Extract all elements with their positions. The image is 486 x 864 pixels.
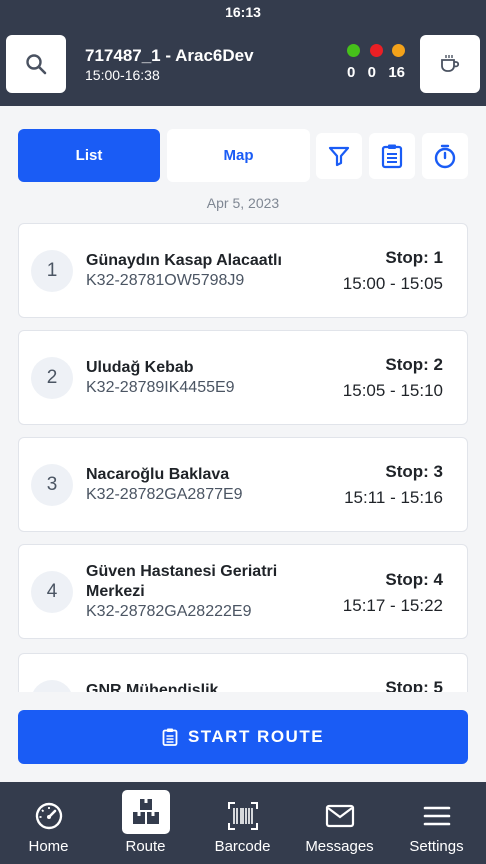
status-bar-time: 16:13 (225, 4, 261, 20)
nav-home[interactable]: Home (0, 782, 97, 864)
nav-barcode-label: Barcode (214, 838, 271, 855)
stop-customer-name: Güven Hastanesi Geriatri Merkezi (86, 563, 278, 600)
status-dot-red (369, 44, 383, 57)
stop-list: 1 Günaydın Kasap Alacaatlı K32-28781OW57… (18, 223, 468, 692)
stopwatch-icon (434, 144, 456, 169)
nav-route[interactable]: Route (97, 782, 194, 864)
stop-card[interactable]: 4 Güven Hastanesi Geriatri Merkezi K32-2… (18, 544, 468, 639)
start-route-button[interactable]: START ROUTE (18, 710, 468, 764)
stop-sequence: Stop: 1 (385, 248, 443, 267)
break-button[interactable] (420, 35, 480, 93)
route-date: Apr 5, 2023 (206, 195, 280, 211)
stop-order-code: K32-28782GA28222E9 (86, 603, 252, 620)
nav-barcode[interactable]: Barcode (194, 782, 291, 864)
stop-order-code: K32-28789IK4455E9 (86, 379, 235, 396)
status-dot-orange (392, 44, 405, 57)
stop-card[interactable]: 1 Günaydın Kasap Alacaatlı K32-28781OW57… (18, 223, 468, 318)
nav-route-label: Route (125, 838, 166, 855)
speedometer-icon (35, 802, 62, 830)
nav-home-label: Home (28, 838, 69, 855)
stop-number-badge: 1 (31, 250, 73, 292)
menu-icon (423, 806, 450, 826)
search-icon (26, 54, 47, 75)
stop-number-badge: 3 (31, 464, 73, 506)
tab-list[interactable]: List (18, 129, 160, 182)
stop-number-badge: 4 (31, 571, 73, 613)
route-time-range: 15:00-16:38 (85, 67, 160, 83)
timer-button[interactable] (422, 133, 468, 179)
stop-time-window: 15:11 - 15:16 (344, 488, 443, 507)
counter-completed: 0 (347, 64, 356, 81)
stop-card[interactable]: 2 Uludağ Kebab K32-28789IK4455E9 Stop: 2… (18, 330, 468, 425)
stop-status-counters: 0 0 16 (343, 44, 409, 81)
tab-map[interactable]: Map (167, 129, 310, 182)
stop-time-window: 15:05 - 15:10 (342, 381, 443, 400)
barcode-icon (227, 802, 258, 830)
stop-customer-name: Nacaroğlu Baklava (86, 466, 230, 483)
filter-icon (328, 146, 350, 167)
stop-card[interactable]: 5 GNR Mühendislik Stop: 5 (18, 653, 468, 692)
nav-messages[interactable]: Messages (291, 782, 388, 864)
clipboard-icon (381, 144, 403, 169)
manifest-button[interactable] (369, 133, 415, 179)
stop-sequence: Stop: 5 (385, 678, 443, 692)
counter-failed: 0 (367, 64, 376, 81)
bottom-navigation: Home Route Barcode Messages Settings (0, 782, 486, 864)
stop-order-code: K32-28782GA2877E9 (86, 486, 243, 503)
envelope-icon (325, 804, 354, 828)
stop-number-badge: 5 (31, 680, 73, 692)
stop-time-window: 15:17 - 15:22 (342, 596, 443, 615)
clipboard-icon (162, 728, 178, 746)
stop-card[interactable]: 3 Nacaroğlu Baklava K32-28782GA2877E9 St… (18, 437, 468, 532)
route-title: 717487_1 - Arac6Dev (85, 46, 254, 65)
counter-pending: 16 (388, 64, 405, 81)
stop-customer-name: Günaydın Kasap Alacaatlı (86, 252, 282, 269)
stop-customer-name: GNR Mühendislik (86, 682, 219, 692)
nav-messages-label: Messages (305, 838, 374, 855)
stop-number-badge: 2 (31, 357, 73, 399)
stop-customer-name: Uludağ Kebab (86, 359, 194, 376)
stop-sequence: Stop: 4 (385, 570, 443, 589)
search-button[interactable] (6, 35, 66, 93)
filter-button[interactable] (316, 133, 362, 179)
app-header: 16:13 717487_1 - Arac6Dev 15:00-16:38 0 … (0, 0, 486, 106)
nav-settings[interactable]: Settings (388, 782, 485, 864)
stop-sequence: Stop: 3 (385, 462, 443, 481)
start-route-label: START ROUTE (187, 727, 325, 746)
stop-sequence: Stop: 2 (385, 355, 443, 374)
coffee-icon (441, 55, 460, 72)
stop-order-code: K32-28781OW5798J9 (86, 272, 245, 289)
boxes-icon (132, 799, 159, 824)
nav-settings-label: Settings (409, 838, 464, 855)
status-dot-green (347, 44, 360, 57)
stop-time-window: 15:00 - 15:05 (342, 274, 443, 293)
